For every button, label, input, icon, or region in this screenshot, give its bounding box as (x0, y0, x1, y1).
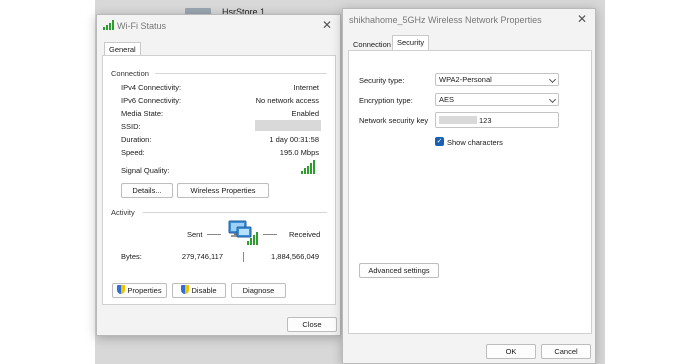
bytes-label: Bytes: (121, 252, 142, 261)
chevron-down-icon (548, 75, 557, 84)
encryption-type-label: Encryption type: (359, 96, 413, 105)
general-panel: Connection IPv4 Connectivity: Internet I… (102, 55, 336, 305)
tab-general[interactable]: General (104, 42, 141, 56)
network-key-suffix: 123 (479, 116, 492, 125)
security-panel: Security type: WPA2-Personal Encryption … (348, 50, 592, 334)
duration-value: 1 day 00:31:58 (269, 135, 319, 144)
ok-button[interactable]: OK (486, 344, 536, 359)
ipv4-value: Internet (293, 83, 319, 92)
chevron-down-icon (548, 95, 557, 104)
network-key-redacted (439, 116, 477, 124)
sent-line (207, 234, 221, 235)
wifi-signal-icon (103, 20, 114, 30)
media-state-label: Media State: (121, 109, 164, 118)
activity-divider (143, 212, 327, 213)
encryption-type-select[interactable]: AES (435, 93, 559, 106)
network-key-label: Network security key (359, 116, 429, 125)
wifi-status-titlebar: Wi-Fi Status ✕ (97, 15, 340, 37)
connection-heading: Connection (111, 69, 149, 78)
security-type-value: WPA2-Personal (439, 75, 492, 84)
bytes-sent-value: 279,746,117 (181, 252, 223, 261)
tab-connection[interactable]: Connection (348, 37, 396, 51)
wireless-properties-title: shikhahome_5GHz Wireless Network Propert… (349, 15, 542, 25)
received-label: Received (289, 230, 321, 239)
signal-quality-icon (301, 160, 315, 174)
network-computers-icon (227, 219, 261, 247)
wireless-properties-titlebar: shikhahome_5GHz Wireless Network Propert… (343, 9, 595, 31)
security-type-select[interactable]: WPA2-Personal (435, 73, 559, 86)
wifi-status-title: Wi-Fi Status (117, 21, 167, 31)
show-characters-checkbox[interactable]: ✓ (435, 137, 444, 146)
sent-label: Sent (187, 230, 203, 239)
received-line (263, 234, 277, 235)
advanced-settings-button[interactable]: Advanced settings (359, 263, 439, 278)
ipv4-label: IPv4 Connectivity: (121, 83, 182, 92)
ipv6-value: No network access (255, 96, 319, 105)
bytes-received-value: 1,884,566,049 (271, 252, 319, 261)
media-state-value: Enabled (291, 109, 319, 118)
close-button[interactable]: Close (287, 317, 337, 332)
details-button[interactable]: Details... (121, 183, 173, 198)
wifi-status-window: Wi-Fi Status ✕ General Connection IPv4 C… (96, 14, 341, 336)
ssid-redacted-value (255, 120, 321, 131)
disable-button[interactable]: Disable (172, 283, 226, 298)
uac-shield-icon (181, 285, 190, 294)
wireless-properties-window: shikhahome_5GHz Wireless Network Propert… (342, 8, 596, 364)
close-icon[interactable]: ✕ (575, 12, 589, 26)
speed-value: 195.0 Mbps (279, 148, 319, 157)
speed-label: Speed: (121, 148, 145, 157)
network-key-input[interactable]: 123 (435, 112, 559, 128)
properties-button[interactable]: Properties (112, 283, 167, 298)
properties-label: Properties (127, 286, 162, 295)
disable-label: Disable (191, 286, 217, 295)
bytes-divider (243, 252, 244, 262)
diagnose-button[interactable]: Diagnose (231, 283, 286, 298)
connection-divider (155, 73, 327, 74)
cancel-button[interactable]: Cancel (541, 344, 591, 359)
close-icon[interactable]: ✕ (320, 18, 334, 32)
signal-quality-label: Signal Quality: (121, 166, 170, 175)
security-type-label: Security type: (359, 76, 405, 85)
activity-heading: Activity (111, 208, 135, 217)
ipv6-label: IPv6 Connectivity: (121, 96, 182, 105)
ssid-label: SSID: (121, 122, 141, 131)
tab-security[interactable]: Security (392, 35, 430, 51)
encryption-type-value: AES (439, 95, 455, 104)
uac-shield-icon (117, 285, 126, 294)
show-characters-label[interactable]: Show characters (447, 138, 503, 147)
wireless-properties-button[interactable]: Wireless Properties (177, 183, 269, 198)
duration-label: Duration: (121, 135, 152, 144)
